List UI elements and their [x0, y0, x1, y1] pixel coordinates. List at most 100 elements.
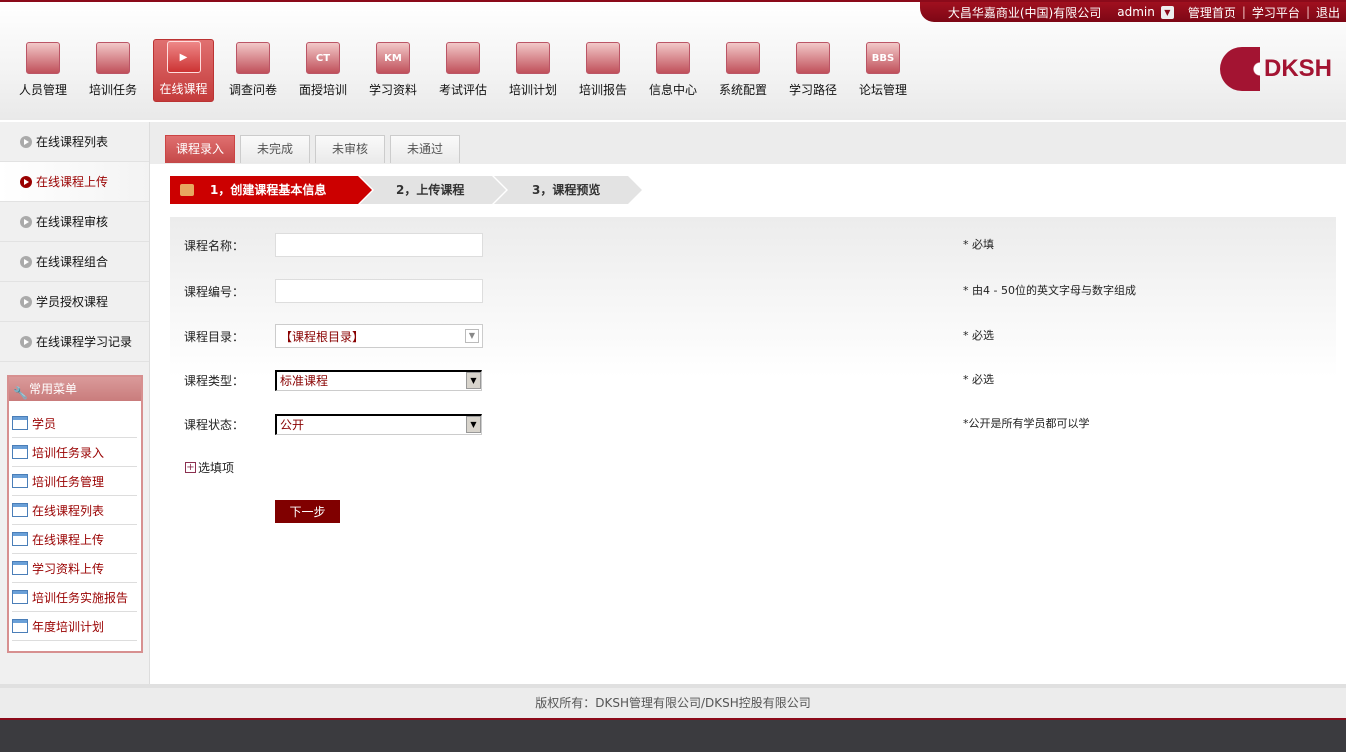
next-button[interactable]: 下一步 — [275, 500, 340, 523]
dksh-logo: DKSH — [1219, 47, 1332, 91]
palm-logo-icon — [1219, 47, 1260, 91]
arrow-circle-icon — [20, 175, 32, 188]
config-icon — [726, 42, 760, 74]
nav-item-1[interactable]: 培训任务 — [78, 39, 148, 102]
nav-item-4[interactable]: CT 面授培训 — [288, 39, 358, 102]
footer: 版权所有：DKSH管理有限公司/DKSH控股有限公司 — [0, 684, 1346, 718]
document-icon — [12, 445, 28, 459]
course-code-note: * 由4 - 50位的英文字母与数字组成 — [963, 284, 1136, 297]
nav-label: 考试评估 — [438, 83, 487, 97]
username[interactable]: admin — [1117, 5, 1155, 19]
ct-icon: CT — [306, 42, 340, 74]
tab-incomplete[interactable]: 未完成 — [240, 135, 310, 163]
common-menu-item[interactable]: 在线课程列表 — [12, 496, 137, 525]
bottom-band — [0, 718, 1346, 752]
path-icon — [796, 42, 830, 74]
chevron-down-icon: ▼ — [465, 329, 479, 343]
tab-bar: 课程录入 未完成 未审核 未通过 — [150, 122, 1346, 164]
nav-item-2[interactable]: ▶ 在线课程 — [153, 39, 214, 102]
nav-label: 培训任务 — [88, 83, 137, 97]
common-menu-item[interactable]: 在线课程上传 — [12, 525, 137, 554]
sidebar-item-2[interactable]: 在线课程审核 — [0, 202, 149, 242]
course-name-input[interactable] — [275, 233, 483, 257]
main-content: 课程录入 未完成 未审核 未通过 1，创建课程基本信息 2，上传课程 3，课程预… — [150, 122, 1346, 684]
sidebar-item-4[interactable]: 学员授权课程 — [0, 282, 149, 322]
common-menu-item[interactable]: 培训任务录入 — [12, 438, 137, 467]
course-code-input[interactable] — [275, 279, 483, 303]
nav-label: 学习路径 — [788, 83, 837, 97]
sidebar: 在线课程列表 在线课程上传 在线课程审核 在线课程组合 学员授权课程 在线课程学习记录 🔧… — [0, 122, 150, 684]
sidebar-item-0[interactable]: 在线课程列表 — [0, 122, 149, 162]
report-icon — [586, 42, 620, 74]
video-icon: ▶ — [166, 41, 201, 73]
course-code-label: 课程编号： — [184, 284, 245, 299]
nav-label: 调查问卷 — [228, 83, 277, 97]
signpost-icon — [180, 184, 194, 196]
common-menu-item[interactable]: 培训任务管理 — [12, 467, 137, 496]
tab-unreviewed[interactable]: 未审核 — [315, 135, 385, 163]
bbs-icon: BBS — [866, 42, 900, 74]
tab-rejected[interactable]: 未通过 — [390, 135, 460, 163]
dropdown-arrow-icon: ▼ — [466, 372, 481, 389]
nav-item-9[interactable]: 信息中心 — [638, 39, 708, 102]
common-menu-title: 常用菜单 — [29, 382, 78, 396]
step-3: 3，课程预览 — [494, 176, 642, 204]
optional-fields-toggle[interactable]: + 选填项 — [185, 459, 234, 476]
top-bar: 大昌华嘉商业(中国)有限公司 admin ▼ 管理首页 | 学习平台 | 退出 — [920, 2, 1346, 22]
step-1-active: 1，创建课程基本信息 — [170, 176, 372, 204]
common-menu-item[interactable]: 年度培训计划 — [12, 612, 137, 641]
user-dropdown-icon[interactable]: ▼ — [1160, 5, 1174, 19]
nav-label: 面授培训 — [298, 83, 347, 97]
nav-item-10[interactable]: 系统配置 — [708, 39, 778, 102]
arrow-circle-icon — [20, 135, 32, 148]
course-status-select[interactable]: 公开 ▼ — [275, 413, 482, 435]
nav-label: 系统配置 — [718, 83, 767, 97]
tab-course-entry[interactable]: 课程录入 — [165, 135, 235, 163]
nav-item-6[interactable]: 考试评估 — [428, 39, 498, 102]
document-icon — [12, 532, 28, 546]
link-admin-home[interactable]: 管理首页 — [1188, 4, 1236, 21]
common-menu-item[interactable]: 学习资料上传 — [12, 554, 137, 583]
nav-item-5[interactable]: KM 学习资料 — [358, 39, 428, 102]
nav-item-3[interactable]: 调查问卷 — [218, 39, 288, 102]
nav-item-11[interactable]: 学习路径 — [778, 39, 848, 102]
course-dir-select[interactable]: 【课程根目录】 ▼ — [275, 324, 483, 348]
nav-item-7[interactable]: 培训计划 — [498, 39, 568, 102]
sidebar-item-3[interactable]: 在线课程组合 — [0, 242, 149, 282]
exam-icon — [446, 42, 480, 74]
calendar-icon — [96, 42, 130, 74]
nav-label: 学习资料 — [368, 83, 417, 97]
document-icon — [12, 590, 28, 604]
sidebar-item-5[interactable]: 在线课程学习记录 — [0, 322, 149, 362]
common-menu: 🔧 常用菜单 学员 培训任务录入 培训任务管理 在线课程列表 在线课程上传 学习资料上传 培训… — [7, 375, 143, 653]
wrench-icon: 🔧 — [13, 386, 28, 400]
survey-icon — [236, 42, 270, 74]
nav-label: 在线课程 — [159, 82, 208, 96]
dropdown-arrow-icon: ▼ — [466, 416, 481, 433]
company-name: 大昌华嘉商业(中国)有限公司 — [947, 5, 1102, 20]
common-menu-item[interactable]: 学员 — [12, 409, 137, 438]
course-type-select[interactable]: 标准课程 ▼ — [275, 369, 482, 391]
document-icon — [12, 619, 28, 633]
common-menu-item[interactable]: 培训任务实施报告 — [12, 583, 137, 612]
km-icon: KM — [376, 42, 410, 74]
nav-label: 培训计划 — [508, 83, 557, 97]
arrow-circle-icon — [20, 215, 32, 228]
link-learning-platform[interactable]: 学习平台 — [1252, 4, 1300, 21]
course-type-note: * 必选 — [963, 373, 994, 386]
link-logout[interactable]: 退出 — [1316, 4, 1340, 21]
nav-item-8[interactable]: 培训报告 — [568, 39, 638, 102]
sidebar-item-1[interactable]: 在线课程上传 — [0, 162, 149, 202]
nav-item-12[interactable]: BBS 论坛管理 — [848, 39, 918, 102]
document-icon — [12, 503, 28, 517]
nav-label: 培训报告 — [578, 83, 627, 97]
nav-label: 论坛管理 — [858, 83, 907, 97]
nav-item-0[interactable]: 人员管理 — [8, 39, 78, 102]
document-icon — [12, 416, 28, 430]
course-status-label: 课程状态： — [184, 417, 245, 432]
main-nav: 人员管理 培训任务 ▶ 在线课程 调查问卷 CT 面授培训 KM 学习资料 考试评估 培训计划 培训报… — [8, 39, 918, 102]
course-dir-note: * 必选 — [963, 329, 994, 342]
course-type-label: 课程类型： — [184, 373, 245, 388]
course-status-note: *公开是所有学员都可以学 — [963, 417, 1090, 430]
document-icon — [12, 474, 28, 488]
